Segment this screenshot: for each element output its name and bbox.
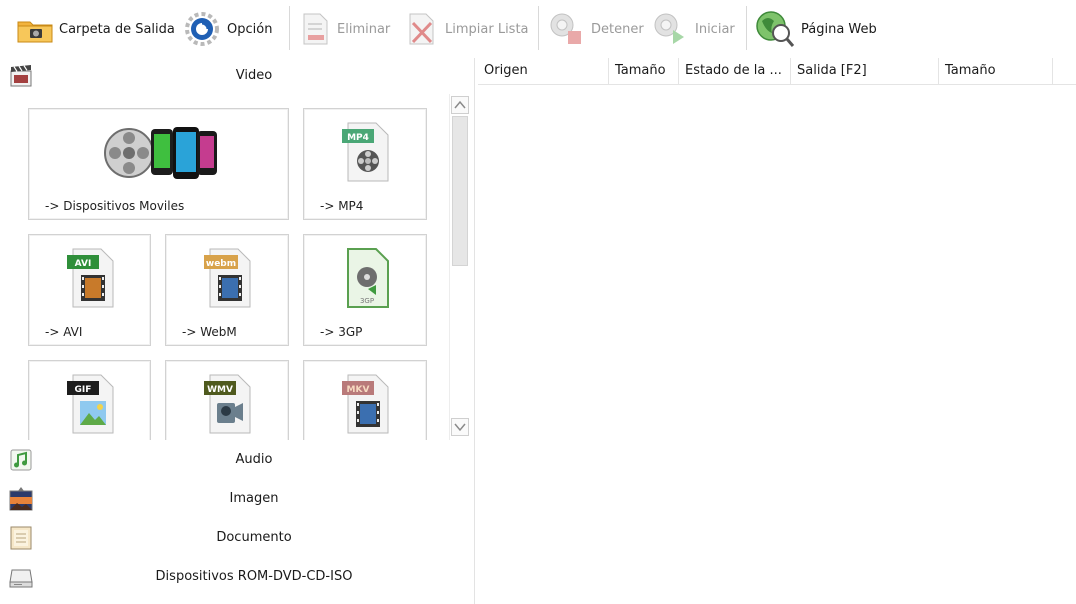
mkv-badge: MKV — [347, 385, 370, 395]
category-video[interactable]: Video — [0, 58, 474, 94]
chevron-down-icon — [454, 423, 466, 432]
wmv-badge: WMV — [207, 385, 233, 395]
format-tile-webm[interactable]: webm -> WebM — [165, 234, 289, 346]
webm-file-icon: webm — [204, 248, 251, 308]
output-folder-label: Carpeta de Salida — [59, 21, 175, 37]
toolbar-separator — [746, 6, 747, 50]
mkv-file-icon: MKV — [342, 374, 389, 434]
format-tile-mobile-devices[interactable]: -> Dispositivos Moviles — [28, 108, 289, 220]
3gp-file-icon: 3GP — [347, 248, 389, 308]
toolbar: Carpeta de Salida Opción Eliminar Limpia… — [0, 0, 1076, 58]
delete-button[interactable]: Eliminar — [298, 8, 390, 50]
category-image-label: Imagen — [229, 491, 279, 506]
column-header-status[interactable]: Estado de la ... — [679, 58, 791, 85]
column-header-output[interactable]: Salida [F2] — [791, 58, 939, 85]
webm-badge: webm — [206, 259, 236, 269]
gif-badge: GIF — [75, 385, 92, 395]
format-tile-label: -> MP4 — [320, 199, 364, 213]
category-rom-dvd-label: Dispositivos ROM-DVD-CD-ISO — [155, 569, 353, 584]
scroll-down-button[interactable] — [451, 418, 469, 436]
globe-icon — [756, 11, 795, 47]
format-tile-gif[interactable]: GIF — [28, 360, 151, 440]
options-button[interactable]: Opción — [182, 8, 272, 50]
column-header-source[interactable]: Origen — [478, 58, 609, 85]
clear-list-label: Limpiar Lista — [445, 21, 529, 37]
panel-divider[interactable] — [474, 58, 475, 604]
format-tile-mkv[interactable]: MKV — [303, 360, 427, 440]
delete-file-icon — [303, 13, 328, 45]
avi-badge: AVI — [75, 259, 92, 269]
toolbar-separator — [538, 6, 539, 50]
start-button[interactable]: Iniciar — [650, 8, 735, 50]
music-note-icon — [10, 449, 32, 471]
website-label: Página Web — [801, 21, 877, 37]
category-image[interactable]: Imagen — [0, 481, 474, 517]
chevron-up-icon — [454, 100, 466, 109]
scroll-thumb[interactable] — [452, 116, 468, 266]
format-tile-label: -> AVI — [45, 325, 83, 339]
scroll-up-button[interactable] — [451, 96, 469, 114]
format-tile-wmv[interactable]: WMV — [165, 360, 289, 440]
clapperboard-icon — [10, 65, 32, 87]
format-tile-mp4[interactable]: MP4 -> MP4 — [303, 108, 427, 220]
format-tile-avi[interactable]: AVI -> AVI — [28, 234, 151, 346]
format-grid-scrollbar[interactable] — [449, 94, 469, 440]
website-button[interactable]: Página Web — [754, 8, 877, 50]
3gp-badge: 3GP — [360, 297, 374, 305]
output-folder-button[interactable]: Carpeta de Salida — [16, 8, 175, 50]
document-icon — [10, 526, 32, 550]
gear-icon — [185, 12, 219, 46]
format-tile-3gp[interactable]: 3GP -> 3GP — [303, 234, 427, 346]
category-audio[interactable]: Audio — [0, 442, 474, 478]
column-header-size[interactable]: Tamaño — [609, 58, 679, 85]
category-document-label: Documento — [216, 530, 292, 545]
delete-label: Eliminar — [337, 21, 391, 37]
toolbar-separator — [289, 6, 290, 50]
gif-file-icon: GIF — [67, 374, 114, 434]
format-tile-label: -> Dispositivos Moviles — [45, 199, 185, 213]
category-rom-dvd[interactable]: Dispositivos ROM-DVD-CD-ISO — [0, 559, 474, 595]
mp4-file-icon: MP4 — [342, 122, 389, 182]
column-header-output-size[interactable]: Tamaño — [939, 58, 1053, 85]
format-grid: -> Dispositivos Moviles MP4 -> MP4 AVI -… — [0, 94, 474, 440]
category-document[interactable]: Documento — [0, 520, 474, 556]
mobile-devices-icon — [104, 127, 217, 179]
disc-drive-icon — [9, 569, 33, 588]
file-list-header: Origen Tamaño Estado de la ... Salida [F… — [478, 58, 1076, 85]
start-label: Iniciar — [695, 21, 735, 37]
format-tile-label: -> 3GP — [320, 325, 363, 339]
format-tile-label: -> WebM — [182, 325, 237, 339]
category-video-label: Video — [235, 68, 273, 83]
stop-button[interactable]: Detener — [546, 8, 644, 50]
options-label: Opción — [227, 21, 273, 37]
start-icon — [654, 13, 684, 44]
clear-list-icon — [409, 13, 434, 45]
folder-icon — [17, 21, 53, 43]
category-audio-label: Audio — [235, 452, 273, 467]
file-list: Origen Tamaño Estado de la ... Salida [F… — [478, 58, 1076, 604]
wmv-file-icon: WMV — [204, 374, 251, 434]
mp4-badge: MP4 — [347, 133, 369, 143]
category-panel: Video -> Dispositivos Moviles MP4 -> MP4… — [0, 58, 474, 604]
clear-list-button[interactable]: Limpiar Lista — [404, 8, 529, 50]
stop-icon — [550, 13, 581, 44]
avi-file-icon: AVI — [67, 248, 114, 308]
picture-icon — [9, 487, 33, 511]
stop-label: Detener — [591, 21, 644, 37]
